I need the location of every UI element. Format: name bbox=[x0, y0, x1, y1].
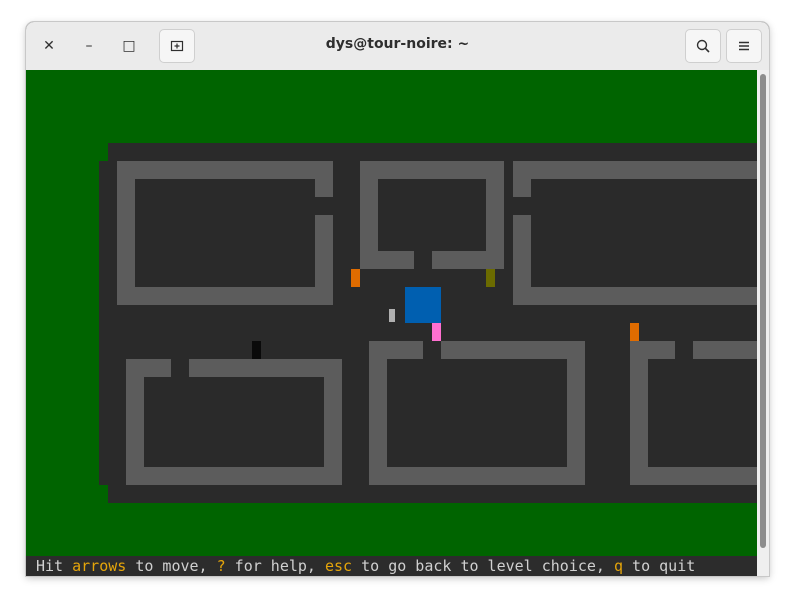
player-block bbox=[405, 287, 441, 323]
wall bbox=[567, 359, 585, 485]
map-floor-edge bbox=[99, 161, 108, 485]
wall bbox=[513, 179, 531, 197]
terminal-window: ✕ – □ dys@tour-noire: ~ Hit arrows to mo… bbox=[26, 22, 769, 576]
wall bbox=[315, 215, 333, 287]
wall bbox=[630, 341, 675, 359]
status-text: to quit bbox=[623, 557, 696, 575]
wall bbox=[432, 251, 486, 269]
wall bbox=[531, 287, 757, 305]
status-key-quit: q bbox=[614, 557, 624, 575]
status-key-help: ? bbox=[216, 557, 226, 575]
wall bbox=[126, 359, 171, 377]
status-text: for help, bbox=[225, 557, 325, 575]
menu-button[interactable] bbox=[726, 29, 762, 63]
search-icon bbox=[696, 39, 710, 53]
wall bbox=[117, 287, 333, 305]
door bbox=[351, 269, 360, 287]
wall bbox=[378, 251, 414, 269]
title-bar: ✕ – □ dys@tour-noire: ~ bbox=[26, 22, 769, 71]
wall bbox=[387, 467, 567, 485]
wall bbox=[513, 215, 531, 305]
wall bbox=[117, 161, 333, 179]
wall bbox=[360, 179, 378, 269]
wall bbox=[324, 377, 342, 485]
status-key-esc: esc bbox=[325, 557, 353, 575]
grey-item bbox=[389, 309, 395, 322]
wall bbox=[126, 377, 144, 485]
wall bbox=[315, 179, 333, 197]
status-bar: Hit arrows to move, ? for help, esc to g… bbox=[26, 556, 767, 576]
scrollbar-thumb[interactable] bbox=[760, 74, 766, 548]
wall bbox=[144, 467, 324, 485]
status-text: to go back to level choice, bbox=[352, 557, 614, 575]
door bbox=[630, 323, 639, 341]
wall bbox=[360, 161, 504, 179]
status-key-arrows: arrows bbox=[72, 557, 127, 575]
olive-item bbox=[486, 269, 495, 287]
wall bbox=[693, 341, 757, 359]
status-text: Hit bbox=[36, 557, 73, 575]
wall bbox=[648, 467, 757, 485]
status-text: to move, bbox=[126, 557, 217, 575]
terminal-area[interactable]: Hit arrows to move, ? for help, esc to g… bbox=[26, 70, 769, 576]
wall bbox=[369, 359, 387, 485]
wall bbox=[441, 341, 585, 359]
wall bbox=[486, 179, 504, 269]
window-title: dys@tour-noire: ~ bbox=[325, 36, 470, 52]
hamburger-menu-icon bbox=[739, 41, 749, 51]
wall bbox=[630, 359, 648, 485]
search-button[interactable] bbox=[685, 29, 721, 63]
wall bbox=[513, 161, 757, 179]
black-item bbox=[252, 341, 261, 359]
wall bbox=[189, 359, 342, 377]
wall bbox=[369, 341, 423, 359]
pink-item bbox=[432, 323, 441, 341]
